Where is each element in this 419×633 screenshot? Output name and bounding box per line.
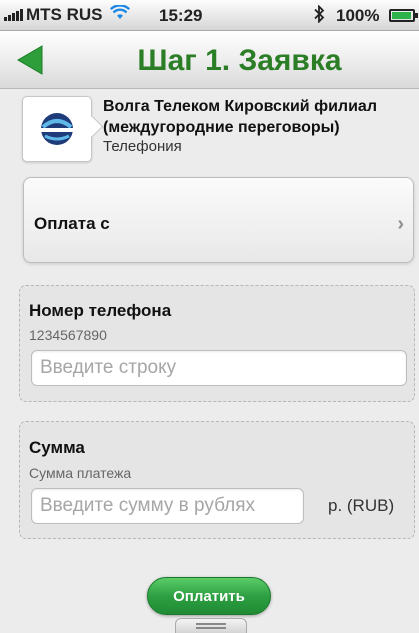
pay-from-label: Оплата с [34, 214, 110, 233]
bluetooth-icon [313, 4, 325, 28]
chevron-right-icon: › [397, 213, 404, 235]
wifi-icon [109, 4, 130, 25]
phone-field-hint: 1234567890 [29, 327, 107, 343]
provider-logo [22, 96, 92, 162]
phone-number-input[interactable] [31, 350, 407, 386]
carrier-name: MTS RUS [26, 5, 103, 24]
amount-input[interactable] [31, 488, 304, 524]
provider-logo-icon [39, 113, 75, 145]
amount-field-title: Сумма [29, 438, 85, 457]
provider-category: Телефония [103, 138, 182, 155]
amount-field-hint: Сумма платежа [29, 465, 132, 481]
drag-handle[interactable] [175, 618, 247, 633]
phone-field-title: Номер телефона [29, 301, 172, 320]
currency-label: р. (RUB) [328, 496, 395, 515]
pay-button[interactable]: Оплатить [147, 577, 271, 615]
battery-icon [389, 9, 415, 22]
battery-tip [415, 13, 418, 18]
signal-icon [4, 9, 23, 21]
status-time: 15:29 [159, 6, 203, 25]
pay-from-selector[interactable]: Оплата с › [23, 177, 414, 263]
status-bar: MTS RUS 15:29 100% [0, 0, 419, 31]
provider-name: Волга Телеком Кировский филиал (междугор… [103, 98, 377, 136]
navigation-bar: Шаг 1. Заявка [0, 31, 419, 89]
phone-number-card: Номер телефона 1234567890 [19, 285, 415, 402]
page-title: Шаг 1. Заявка [137, 44, 342, 77]
amount-card: Сумма Сумма платежа р. (RUB) [19, 421, 415, 539]
battery-percent: 100% [336, 6, 380, 25]
